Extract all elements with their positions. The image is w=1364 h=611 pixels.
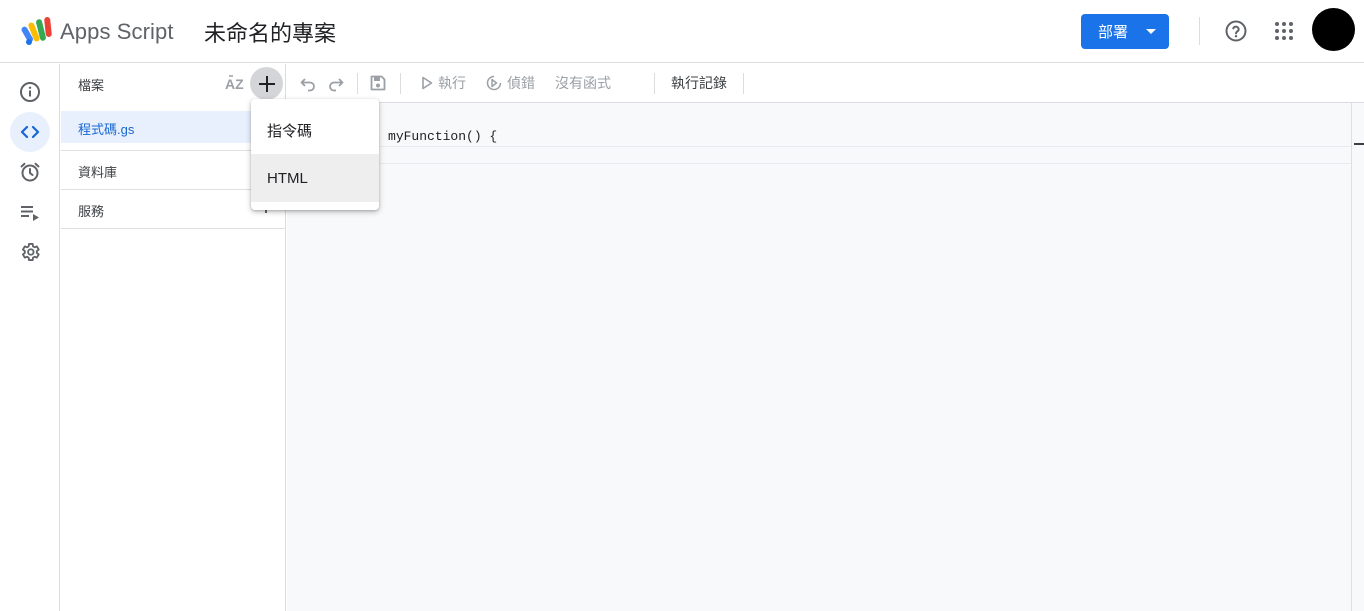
rail-item-executions[interactable] <box>10 192 50 232</box>
menu-item-script-label: 指令碼 <box>267 122 313 140</box>
alarm-clock-icon <box>20 162 40 182</box>
execution-log-label: 執行記錄 <box>671 75 727 91</box>
undo-button[interactable] <box>299 72 317 94</box>
function-select[interactable]: 沒有函式 <box>555 72 611 94</box>
toolbar-divider <box>400 73 401 94</box>
files-header-label: 檔案 <box>78 78 105 93</box>
help-button[interactable] <box>1222 17 1250 45</box>
apps-launcher-button[interactable] <box>1270 17 1298 45</box>
files-header: 檔案 AZ <box>61 64 286 103</box>
save-button[interactable] <box>369 72 387 94</box>
app-name: Apps Script <box>60 19 174 44</box>
code-editor[interactable]: tion myFunction() { <box>287 103 1351 611</box>
header-divider <box>1199 17 1200 45</box>
debug-button[interactable]: 偵錯 <box>486 72 535 94</box>
add-file-button[interactable] <box>250 67 283 100</box>
settings-gear-icon <box>22 243 40 261</box>
deploy-button[interactable]: 部署 <box>1081 14 1169 49</box>
left-nav-rail <box>0 64 60 611</box>
deploy-button-label: 部署 <box>1098 24 1129 41</box>
function-select-value: 沒有函式 <box>555 75 611 91</box>
top-app-bar: Apps Script 未命名的專案 部署 <box>0 0 1364 63</box>
rail-item-settings[interactable] <box>10 232 50 272</box>
execution-log-button[interactable]: 執行記錄 <box>671 72 727 94</box>
menu-item-html-label: HTML <box>267 169 308 187</box>
section-libraries-label: 資料庫 <box>78 165 118 180</box>
apps-script-logo-icon <box>21 17 52 45</box>
info-icon <box>20 82 40 102</box>
play-icon <box>422 76 433 90</box>
rail-item-editor[interactable] <box>10 112 50 152</box>
current-line-highlight <box>287 146 1351 164</box>
caret-down-icon <box>1146 29 1156 34</box>
code-icon <box>20 125 40 139</box>
executions-icon <box>21 206 39 221</box>
toolbar-divider <box>357 73 358 94</box>
code-function-signature: myFunction() { <box>380 129 498 144</box>
help-circle-icon <box>1225 20 1247 42</box>
undo-icon <box>300 78 315 92</box>
plus-icon <box>258 75 275 92</box>
apps-grid-icon <box>1275 22 1293 40</box>
scrollbar-cursor-marker <box>1354 143 1364 145</box>
svg-text:AZ: AZ <box>225 76 244 92</box>
menu-item-html[interactable]: HTML <box>251 154 379 202</box>
section-divider <box>61 228 286 229</box>
file-item-label: 程式碼.gs <box>78 122 135 137</box>
run-button[interactable]: 執行 <box>421 72 466 94</box>
debug-icon <box>486 75 502 91</box>
redo-icon <box>329 78 344 92</box>
redo-button[interactable] <box>327 72 345 94</box>
menu-item-script[interactable]: 指令碼 <box>251 106 379 154</box>
section-services-label: 服務 <box>78 204 105 219</box>
rail-item-overview[interactable] <box>10 72 50 112</box>
sort-az-icon[interactable]: AZ <box>224 73 246 93</box>
save-floppy-icon <box>370 75 386 91</box>
account-avatar[interactable] <box>1312 8 1355 51</box>
add-file-menu: 指令碼 HTML <box>251 99 379 210</box>
run-label: 執行 <box>438 75 466 91</box>
toolbar-divider <box>654 73 655 94</box>
toolbar-divider <box>743 73 744 94</box>
editor-scrollbar[interactable] <box>1351 103 1364 611</box>
rail-item-triggers[interactable] <box>10 152 50 192</box>
editor-toolbar: 執行 偵錯 沒有函式 執行記錄 <box>287 64 1364 103</box>
debug-label: 偵錯 <box>507 75 535 91</box>
project-title[interactable]: 未命名的專案 <box>204 16 336 48</box>
